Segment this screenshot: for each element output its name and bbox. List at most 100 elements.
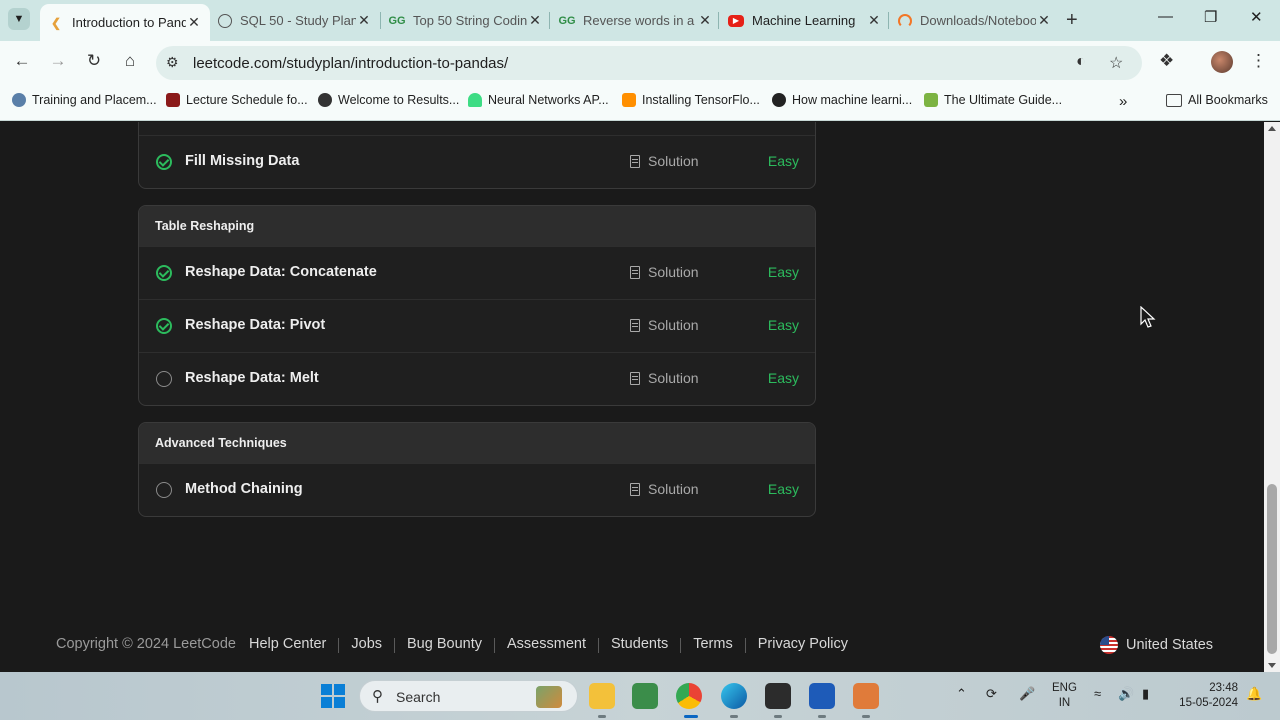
- battery-icon[interactable]: ▮: [1142, 686, 1149, 702]
- word-icon[interactable]: [809, 683, 835, 709]
- unsolved-circle-icon: [156, 482, 172, 498]
- bookmark-item[interactable]: Training and Placem...: [12, 93, 157, 107]
- close-window-icon[interactable]: ✕: [1250, 8, 1263, 26]
- copyright-text: Copyright © 2024 LeetCode: [56, 636, 236, 652]
- problem-title[interactable]: Method Chaining: [185, 481, 303, 497]
- tab-top-50-string[interactable]: GG Top 50 String Coding ✕: [381, 5, 551, 36]
- solution-link[interactable]: Solution: [630, 370, 699, 386]
- bookmark-item[interactable]: How machine learni...: [772, 93, 912, 107]
- forward-icon[interactable]: →: [46, 51, 70, 71]
- problem-row[interactable]: Fill Missing Data Solution Easy: [139, 135, 815, 188]
- bookmark-item[interactable]: Welcome to Results...: [318, 93, 459, 107]
- bookmark-item[interactable]: Installing TensorFlo...: [622, 93, 760, 107]
- close-icon[interactable]: ✕: [866, 12, 882, 29]
- bookmark-item[interactable]: Neural Networks AP...: [468, 93, 609, 107]
- more-bookmarks-icon[interactable]: »: [1119, 93, 1127, 110]
- problem-row[interactable]: Reshape Data: Melt Solution Easy: [139, 352, 815, 405]
- bookmark-item[interactable]: Lecture Schedule fo...: [166, 93, 308, 107]
- taskbar-clock[interactable]: 23:48 15-05-2024: [1172, 681, 1238, 711]
- problem-row[interactable]: Reshape Data: Concatenate Solution Easy: [139, 246, 815, 299]
- solution-link[interactable]: Solution: [630, 264, 699, 280]
- scroll-up-arrow-icon[interactable]: [1268, 126, 1276, 131]
- sync-icon[interactable]: ⟳: [986, 686, 997, 702]
- leetcode-icon: ❮: [50, 15, 62, 30]
- app-icon[interactable]: [853, 683, 879, 709]
- footer-link-students[interactable]: Students: [611, 636, 668, 653]
- page-scrollbar[interactable]: [1264, 122, 1280, 672]
- volume-icon[interactable]: 🔊: [1118, 686, 1134, 702]
- bookmark-favicon-icon: [166, 93, 180, 107]
- edge-icon[interactable]: [721, 683, 747, 709]
- problem-row[interactable]: Reshape Data: Pivot Solution Easy: [139, 299, 815, 352]
- footer-link-assessment[interactable]: Assessment: [507, 636, 586, 653]
- footer-link-jobs[interactable]: Jobs: [351, 636, 382, 653]
- performance-icon[interactable]: ◐: [1076, 53, 1086, 71]
- problem-title[interactable]: Fill Missing Data: [185, 153, 299, 169]
- bookmark-favicon-icon: [772, 93, 786, 107]
- close-icon[interactable]: ✕: [186, 14, 202, 31]
- notification-icon[interactable]: 🔔: [1246, 686, 1262, 702]
- new-tab-icon[interactable]: +: [1066, 9, 1078, 32]
- show-hidden-icons-icon[interactable]: ⌃: [956, 686, 967, 702]
- close-icon[interactable]: ✕: [697, 12, 713, 29]
- language-indicator[interactable]: ENG IN: [1052, 681, 1077, 711]
- wifi-icon[interactable]: ≈: [1094, 686, 1101, 701]
- back-icon[interactable]: ←: [10, 51, 34, 71]
- file-explorer-icon[interactable]: [589, 683, 615, 709]
- section-title: Advanced Techniques: [139, 423, 815, 463]
- bookmark-item[interactable]: The Ultimate Guide...: [924, 93, 1062, 107]
- problem-row[interactable]: Method Chaining Solution Easy: [139, 463, 815, 516]
- footer-link-privacy-policy[interactable]: Privacy Policy: [758, 636, 848, 653]
- country-selector[interactable]: United States: [1100, 636, 1213, 654]
- minimize-icon[interactable]: —: [1158, 8, 1173, 25]
- tab-downloads-notebook[interactable]: Downloads/Notebook ✕: [890, 5, 1060, 36]
- solution-link[interactable]: Solution: [630, 317, 699, 333]
- scroll-down-arrow-icon[interactable]: [1268, 663, 1276, 668]
- tab-machine-learning[interactable]: ▶ Machine Learning ✕: [720, 5, 890, 36]
- reload-icon[interactable]: ↻: [82, 51, 106, 71]
- gfg-icon: GG: [388, 14, 406, 27]
- tab-label: Machine Learning: [752, 13, 856, 28]
- problem-title[interactable]: Reshape Data: Concatenate: [185, 264, 377, 280]
- address-bar[interactable]: ⚙ leetcode.com/studyplan/introduction-to…: [156, 46, 1142, 80]
- taskbar-search[interactable]: ⚲ Search: [359, 680, 578, 712]
- bookmark-star-icon[interactable]: ☆: [1109, 53, 1123, 73]
- running-indicator: [774, 715, 782, 718]
- tab-reverse-words[interactable]: GG Reverse words in a ✕: [551, 5, 721, 36]
- problem-row[interactable]: [139, 122, 815, 135]
- close-icon[interactable]: ✕: [356, 12, 372, 29]
- windows-start-icon[interactable]: [321, 684, 345, 708]
- tab-search-button[interactable]: ▼: [8, 8, 30, 30]
- microphone-icon[interactable]: 🎤: [1019, 686, 1035, 702]
- photos-app-icon[interactable]: [632, 683, 658, 709]
- extensions-icon[interactable]: ❖: [1159, 51, 1174, 71]
- home-icon[interactable]: ⌂: [118, 51, 142, 71]
- url-text[interactable]: leetcode.com/studyplan/introduction-to-p…: [193, 55, 508, 72]
- close-icon[interactable]: ✕: [1036, 12, 1052, 29]
- globe-icon: [318, 93, 332, 107]
- scrollbar-thumb[interactable]: [1267, 484, 1277, 654]
- profile-avatar[interactable]: [1211, 51, 1233, 73]
- solution-link[interactable]: Solution: [630, 153, 699, 169]
- footer-link-bug-bounty[interactable]: Bug Bounty: [407, 636, 482, 653]
- restore-icon[interactable]: ❐: [1204, 8, 1217, 26]
- windows-taskbar: ⚲ Search ⌃ ⟳ 🎤 ENG IN ≈ 🔊 ▮ 23:48 15-05-…: [0, 672, 1280, 720]
- us-flag-icon: [1100, 636, 1118, 654]
- menu-icon[interactable]: ⋮: [1250, 51, 1267, 71]
- tab-introduction-to-pandas[interactable]: ❮ Introduction to Pandas ✕: [40, 4, 210, 41]
- all-bookmarks-label: All Bookmarks: [1188, 93, 1268, 107]
- problem-title[interactable]: Reshape Data: Melt: [185, 370, 319, 386]
- footer-link-help-center[interactable]: Help Center: [249, 636, 326, 653]
- running-indicator: [598, 715, 606, 718]
- footer-link-terms[interactable]: Terms: [693, 636, 732, 653]
- terminal-icon[interactable]: [765, 683, 791, 709]
- chrome-icon[interactable]: [676, 683, 702, 709]
- problem-title[interactable]: Reshape Data: Pivot: [185, 317, 325, 333]
- solved-check-icon: [156, 265, 172, 281]
- solution-link[interactable]: Solution: [630, 481, 699, 497]
- site-info-icon[interactable]: ⚙: [166, 54, 179, 71]
- tab-sql-50[interactable]: SQL 50 - Study Plan ✕: [210, 5, 380, 36]
- close-icon[interactable]: ✕: [527, 12, 543, 29]
- document-icon: [630, 265, 640, 279]
- all-bookmarks-button[interactable]: All Bookmarks: [1166, 93, 1268, 107]
